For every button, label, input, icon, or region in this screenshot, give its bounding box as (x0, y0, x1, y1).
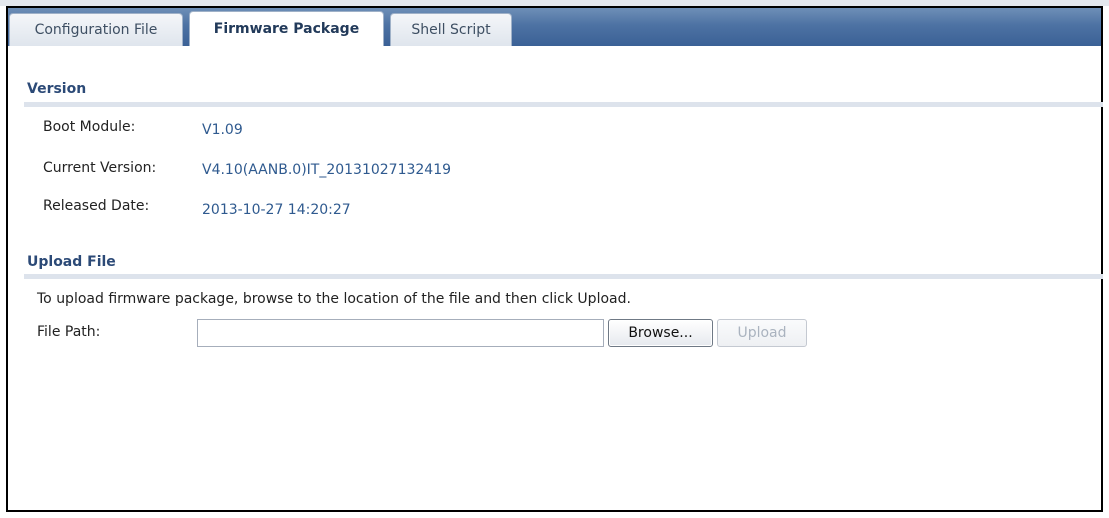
boot-module-value: V1.09 (202, 122, 243, 138)
released-date-value: 2013-10-27 14:20:27 (202, 202, 351, 218)
file-path-label: File Path: (37, 324, 101, 340)
upload-instructions: To upload firmware package, browse to th… (37, 291, 631, 307)
tab-firmware-package[interactable]: Firmware Package (189, 11, 384, 46)
tab-shell-script[interactable]: Shell Script (390, 13, 512, 46)
file-path-input[interactable] (197, 319, 604, 347)
tab-configuration-file[interactable]: Configuration File (9, 13, 183, 46)
firmware-panel: Configuration File Firmware Package Shel… (6, 6, 1103, 512)
upload-section-divider (24, 274, 1103, 279)
upload-button[interactable]: Upload (717, 319, 807, 347)
upload-section-title: Upload File (27, 254, 116, 270)
tab-bar: Configuration File Firmware Package Shel… (8, 8, 1101, 46)
browse-button[interactable]: Browse... (608, 319, 713, 347)
current-version-value: V4.10(AANB.0)IT_20131027132419 (202, 162, 452, 178)
version-section-divider (24, 102, 1103, 107)
boot-module-label: Boot Module: (43, 119, 136, 135)
current-version-label: Current Version: (43, 160, 157, 176)
released-date-label: Released Date: (43, 198, 150, 214)
version-section-title: Version (27, 81, 87, 97)
